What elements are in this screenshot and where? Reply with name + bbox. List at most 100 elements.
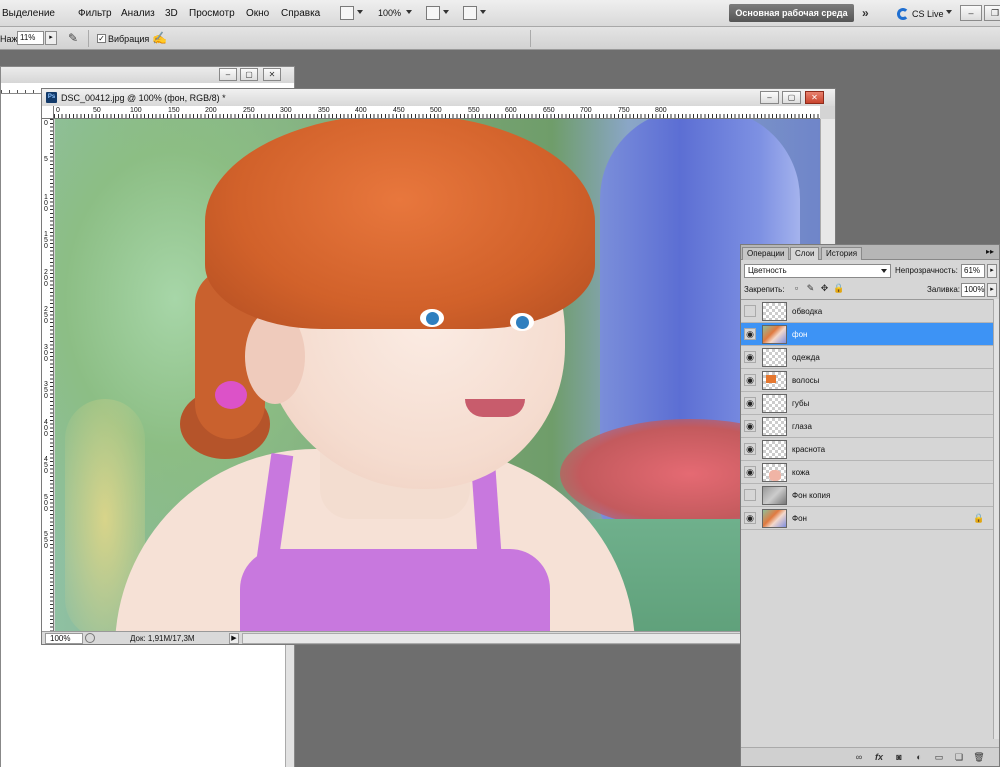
- menu-filter[interactable]: Фильтр: [78, 8, 112, 19]
- lock-pixels-icon[interactable]: ✎: [805, 283, 816, 294]
- horizontal-ruler[interactable]: 0 50 100 150 200 250 300 350 400 450 500…: [54, 106, 820, 119]
- close-icon[interactable]: ✕: [805, 91, 824, 104]
- chevron-down-icon[interactable]: [406, 10, 412, 14]
- layer-row[interactable]: ◉ кожа: [741, 461, 993, 484]
- layer-row[interactable]: ◉ глаза: [741, 415, 993, 438]
- eye-icon[interactable]: ◉: [744, 397, 756, 409]
- eye-icon[interactable]: ◉: [744, 374, 756, 386]
- menu-help[interactable]: Справка: [281, 8, 320, 19]
- layer-thumbnail: [762, 486, 787, 505]
- panel-tabbar: Операции Слои История ▸▸: [741, 245, 999, 260]
- vibration-checkbox[interactable]: ✓: [97, 34, 106, 43]
- arrange-documents-icon[interactable]: [426, 6, 440, 20]
- minimize-icon[interactable]: –: [760, 91, 779, 104]
- pressure-arrow-icon[interactable]: ▸: [45, 31, 57, 45]
- chevron-down-icon[interactable]: [357, 10, 363, 14]
- tablet-pressure-icon[interactable]: ✍: [152, 31, 167, 45]
- fx-icon[interactable]: fx: [873, 751, 885, 763]
- eye-icon[interactable]: ◉: [744, 466, 756, 478]
- layer-row[interactable]: Фон копия: [741, 484, 993, 507]
- tab-layers[interactable]: Слои: [790, 247, 820, 260]
- ruler-tick-label: 150: [168, 107, 180, 114]
- ruler-origin[interactable]: [42, 106, 54, 119]
- visibility-toggle[interactable]: [744, 489, 756, 501]
- lock-position-icon[interactable]: ✥: [819, 283, 830, 294]
- chevron-down-icon[interactable]: [443, 10, 449, 14]
- add-mask-icon[interactable]: ◙: [893, 751, 905, 763]
- panel-collapse-icon[interactable]: ▸▸: [986, 247, 994, 256]
- layer-row[interactable]: обводка: [741, 300, 993, 323]
- workspace-button[interactable]: Основная рабочая среда: [729, 4, 854, 22]
- ruler-ticks: [54, 114, 820, 118]
- tab-history[interactable]: История: [821, 247, 863, 260]
- chevron-down-icon[interactable]: [946, 10, 952, 14]
- adjustment-layer-icon[interactable]: ◐: [913, 751, 925, 763]
- menu-3d[interactable]: 3D: [165, 8, 178, 19]
- status-menu-arrow-icon[interactable]: ▶: [229, 633, 239, 644]
- eye-icon[interactable]: ◉: [744, 328, 756, 340]
- chevron-down-icon[interactable]: [480, 10, 486, 14]
- lock-transparency-icon[interactable]: ▫: [791, 283, 802, 294]
- layer-row[interactable]: ◉ губы: [741, 392, 993, 415]
- ruler-tick-label: 300: [280, 107, 292, 114]
- layer-row[interactable]: ◉ одежда: [741, 346, 993, 369]
- eye-icon[interactable]: ◉: [744, 420, 756, 432]
- zoom-select[interactable]: 100%: [378, 8, 401, 18]
- ruler-tick-label: 100: [130, 107, 142, 114]
- lock-label: Закрепить:: [744, 285, 785, 294]
- menu-window[interactable]: Окно: [246, 8, 269, 19]
- eye-icon[interactable]: ◉: [744, 512, 756, 524]
- close-icon[interactable]: ✕: [263, 68, 281, 81]
- document-horizontal-scrollbar[interactable]: [242, 633, 822, 644]
- ruler-tick-label: 3 5 0: [44, 381, 48, 400]
- minimize-icon[interactable]: –: [960, 5, 982, 21]
- eye-icon[interactable]: ◉: [744, 443, 756, 455]
- background-document-titlebar[interactable]: – ▢ ✕: [1, 67, 294, 83]
- fill-input[interactable]: 100%: [961, 283, 985, 297]
- fill-arrow-icon[interactable]: ▸: [987, 283, 997, 297]
- blend-mode-select[interactable]: Цветность: [744, 264, 891, 278]
- ruler-tick-label: 250: [243, 107, 255, 114]
- screen-mode-icon[interactable]: [340, 6, 354, 20]
- airbrush-icon[interactable]: ✎: [66, 31, 80, 45]
- lock-all-icon[interactable]: 🔒: [833, 283, 844, 294]
- layers-scrollbar[interactable]: [993, 299, 999, 739]
- new-layer-icon[interactable]: ❏: [953, 751, 965, 763]
- link-layers-icon[interactable]: ∞: [853, 751, 865, 763]
- layer-row[interactable]: ◉ волосы: [741, 369, 993, 392]
- opacity-input[interactable]: 61%: [961, 264, 985, 278]
- chevron-down-icon: [881, 269, 887, 273]
- cslive-icon[interactable]: [897, 8, 909, 20]
- document-titlebar[interactable]: Ps DSC_00412.jpg @ 100% (фон, RGB/8) * –…: [42, 89, 835, 106]
- layer-row[interactable]: ◉ Фон 🔒: [741, 507, 993, 530]
- opacity-arrow-icon[interactable]: ▸: [987, 264, 997, 278]
- restore-icon[interactable]: ▢: [240, 68, 258, 81]
- new-group-icon[interactable]: ▭: [933, 751, 945, 763]
- cslive-label[interactable]: CS Live: [912, 9, 944, 19]
- chevron-double-right-icon[interactable]: »: [862, 6, 869, 20]
- visibility-toggle[interactable]: [744, 305, 756, 317]
- pressure-input[interactable]: 11%: [17, 31, 44, 45]
- restore-icon[interactable]: ❐: [984, 5, 1000, 21]
- menu-analysis[interactable]: Анализ: [121, 8, 155, 19]
- layer-name: волосы: [792, 376, 820, 385]
- minimize-icon[interactable]: –: [219, 68, 237, 81]
- screen-mode-2-icon[interactable]: [463, 6, 477, 20]
- menu-view[interactable]: Просмотр: [189, 8, 235, 19]
- restore-icon[interactable]: ▢: [782, 91, 801, 104]
- vibration-label: Вибрация: [108, 34, 150, 44]
- canvas-photo[interactable]: [55, 119, 820, 631]
- ruler-tick-label: 750: [618, 107, 630, 114]
- status-info-icon[interactable]: [85, 633, 95, 643]
- eye-icon[interactable]: ◉: [744, 351, 756, 363]
- layer-thumbnail: [762, 325, 787, 344]
- ruler-tick-label: 650: [543, 107, 555, 114]
- layer-row[interactable]: ◉ краснота: [741, 438, 993, 461]
- tab-actions[interactable]: Операции: [742, 247, 790, 260]
- ruler-tick-label: 550: [468, 107, 480, 114]
- status-zoom-input[interactable]: 100%: [45, 633, 83, 644]
- menu-select[interactable]: Выделение: [2, 8, 55, 19]
- trash-icon[interactable]: 🗑: [973, 751, 985, 763]
- vertical-ruler[interactable]: 0 5 1 0 0 1 5 0 2 0 0 2 5 0 3 0 0 3 5 0 …: [42, 119, 54, 631]
- layer-row[interactable]: ◉ фон: [741, 323, 993, 346]
